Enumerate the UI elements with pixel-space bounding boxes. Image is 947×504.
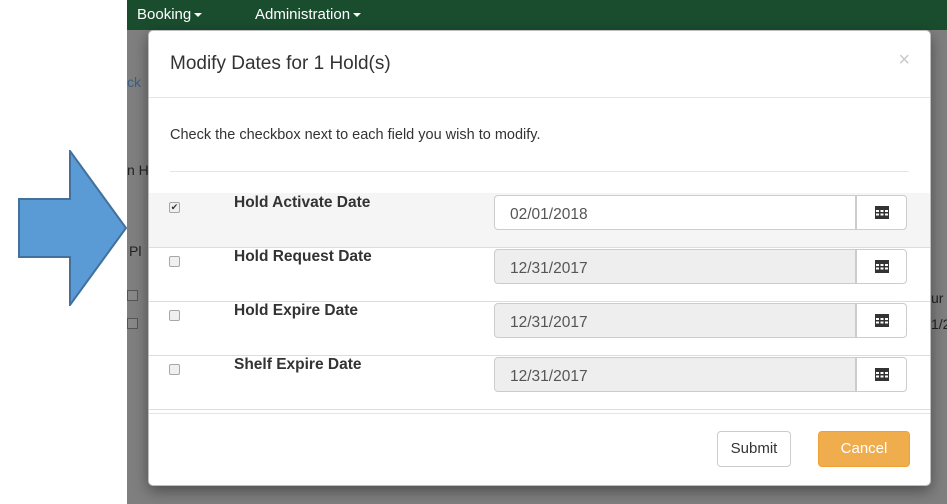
nav-booking-label: Booking	[137, 6, 192, 23]
shelf-expire-date-checkbox[interactable]	[169, 364, 180, 375]
close-button[interactable]: ×	[898, 49, 910, 72]
top-navbar: Booking Administration	[127, 0, 947, 30]
modal-header: Modify Dates for 1 Hold(s) ×	[149, 31, 930, 98]
hold-expire-date-label: Hold Expire Date	[234, 302, 359, 319]
background-text-fragment: n H	[127, 162, 149, 178]
background-text-fragment: 1/2	[931, 316, 947, 332]
background-text-fragment: ck	[127, 74, 141, 90]
hold-activate-date-label: Hold Activate Date	[234, 194, 371, 211]
hold-expire-date-checkbox[interactable]	[169, 310, 180, 321]
footer-divider	[149, 413, 930, 414]
caret-down-icon	[194, 13, 203, 18]
hold-request-date-input[interactable]: 12/31/2017	[494, 249, 856, 284]
hold-activate-date-input[interactable]: 02/01/2018	[494, 195, 856, 230]
caret-down-icon	[353, 13, 362, 18]
shelf-expire-date-calendar-button[interactable]	[856, 357, 907, 392]
nav-administration[interactable]: Administration	[255, 6, 362, 23]
hold-request-date-checkbox[interactable]	[169, 256, 180, 267]
hold-expire-date-calendar-button[interactable]	[856, 303, 907, 338]
pointer-arrow-icon	[18, 150, 128, 306]
field-row-hold-activate-date: ✔ Hold Activate Date 02/01/2018	[149, 193, 930, 248]
field-row-hold-request-date: Hold Request Date 12/31/2017	[149, 247, 930, 302]
calendar-icon	[875, 260, 889, 273]
field-row-shelf-expire-date: Shelf Expire Date 12/31/2017	[149, 355, 930, 410]
calendar-icon	[875, 314, 889, 327]
hold-expire-date-input[interactable]: 12/31/2017	[494, 303, 856, 338]
calendar-icon	[875, 206, 889, 219]
hold-activate-date-calendar-button[interactable]	[856, 195, 907, 230]
submit-button[interactable]: Submit	[717, 431, 791, 467]
hold-request-date-calendar-button[interactable]	[856, 249, 907, 284]
modal-title: Modify Dates for 1 Hold(s)	[170, 53, 391, 74]
background-text-fragment: ur	[931, 290, 944, 306]
nav-administration-label: Administration	[255, 6, 351, 23]
shelf-expire-date-input[interactable]: 12/31/2017	[494, 357, 856, 392]
cancel-button[interactable]: Cancel	[818, 431, 910, 467]
hold-request-date-label: Hold Request Date	[234, 248, 372, 265]
divider	[170, 171, 909, 172]
background-text-fragment: Pl	[129, 243, 142, 259]
calendar-icon	[875, 368, 889, 381]
instructions-text: Check the checkbox next to each field yo…	[170, 127, 541, 143]
hold-activate-date-checkbox[interactable]: ✔	[169, 202, 180, 213]
nav-booking[interactable]: Booking	[137, 6, 203, 23]
field-row-hold-expire-date: Hold Expire Date 12/31/2017	[149, 301, 930, 356]
shelf-expire-date-label: Shelf Expire Date	[234, 356, 362, 373]
modify-dates-modal: Modify Dates for 1 Hold(s) × Check the c…	[148, 30, 931, 486]
background-checkbox	[127, 318, 138, 329]
